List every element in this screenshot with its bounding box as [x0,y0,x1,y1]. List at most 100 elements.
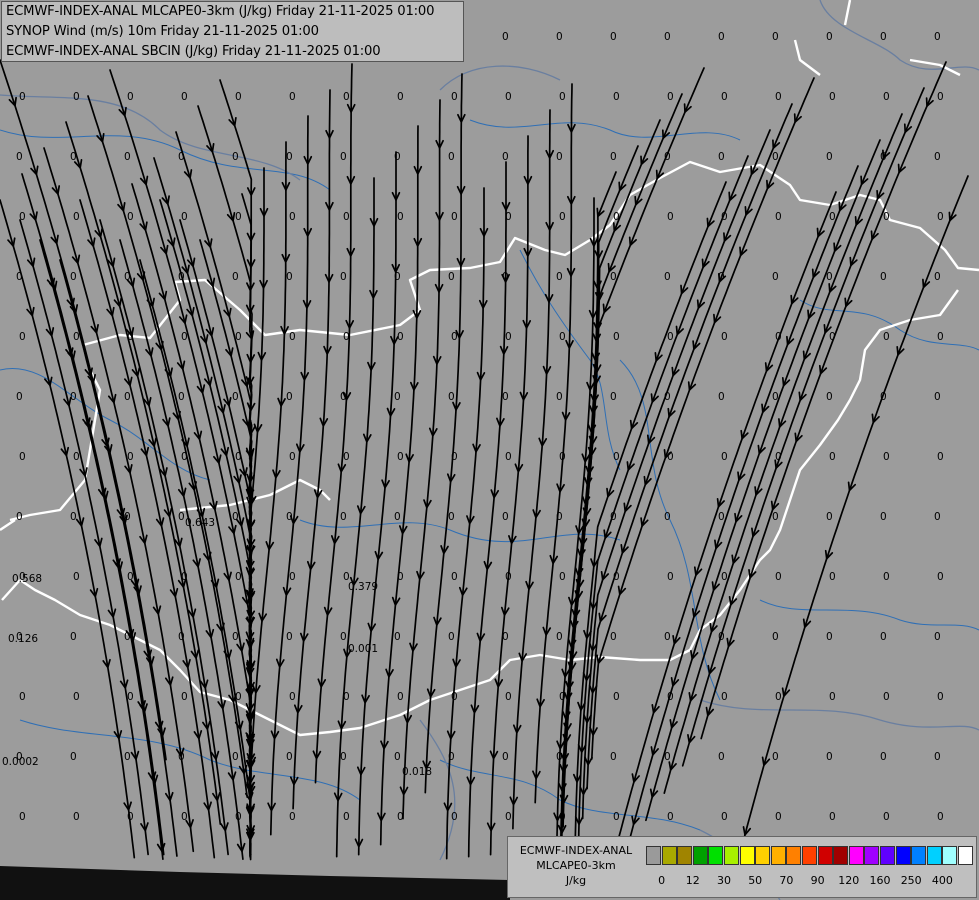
legend-swatch [911,846,927,865]
zero-label: 0 [181,451,188,463]
zero-label: 0 [883,331,890,343]
zero-label: 0 [289,571,296,583]
zero-label: 0 [934,391,941,403]
value-label: 0.126 [8,633,38,645]
legend-swatch [833,846,849,865]
legend-title-param: MLCAPE0-3km [536,859,616,872]
value-label: 0.568 [12,573,42,585]
zero-label: 0 [73,211,80,223]
zero-label: 0 [124,391,131,403]
zero-label: 0 [772,271,779,283]
legend-swatch [708,846,724,865]
zero-label: 0 [559,211,566,223]
map-title-box: ECMWF-INDEX-ANAL MLCAPE0-3km (J/kg) Frid… [1,1,464,62]
zero-label: 0 [559,331,566,343]
zero-label: 0 [73,691,80,703]
zero-label: 0 [613,331,620,343]
zero-label: 0 [289,811,296,823]
zero-label: 0 [70,271,77,283]
zero-label: 0 [127,211,134,223]
zero-label: 0 [397,451,404,463]
zero-label: 0 [934,151,941,163]
zero-label: 0 [127,91,134,103]
zero-label: 0 [397,211,404,223]
zero-label: 0 [124,271,131,283]
zero-label: 0 [718,631,725,643]
zero-label: 0 [613,571,620,583]
zero-label: 0 [397,331,404,343]
zero-label: 0 [826,391,833,403]
zero-label: 0 [880,151,887,163]
legend-swatch [786,846,802,865]
legend-swatch [677,846,693,865]
legend-unit: J/kg [565,874,587,887]
zero-label: 0 [826,271,833,283]
zero-label: 0 [397,811,404,823]
zero-label: 0 [235,331,242,343]
zero-label: 0 [883,691,890,703]
zero-label: 0 [397,91,404,103]
zero-label: 0 [502,391,509,403]
zero-label: 0 [340,391,347,403]
legend-tick: 12 [685,874,700,887]
zero-label: 0 [556,31,563,43]
zero-label: 0 [394,511,401,523]
zero-label: 0 [610,751,617,763]
zero-label: 0 [397,571,404,583]
zero-label: 0 [502,511,509,523]
title-line-cape: ECMWF-INDEX-ANAL MLCAPE0-3km (J/kg) Frid… [6,4,435,19]
zero-label: 0 [883,811,890,823]
zero-label: 0 [826,511,833,523]
zero-label: 0 [664,511,671,523]
zero-label: 0 [721,91,728,103]
zero-label: 0 [394,271,401,283]
zero-label: 0 [343,331,350,343]
zero-label: 0 [73,811,80,823]
zero-label: 0 [610,631,617,643]
zero-label: 0 [559,91,566,103]
zero-label: 0 [664,151,671,163]
legend-swatch [817,846,833,865]
title-line-wind: SYNOP Wind (m/s) 10m Friday 21-11-2025 0… [6,24,319,39]
zero-label: 0 [880,391,887,403]
zero-label: 0 [721,331,728,343]
zero-label: 0 [451,91,458,103]
zero-label: 0 [721,811,728,823]
zero-label: 0 [613,451,620,463]
zero-label: 0 [340,511,347,523]
zero-label: 0 [883,451,890,463]
value-label: 0.018 [402,766,432,778]
zero-label: 0 [451,451,458,463]
zero-label: 0 [556,151,563,163]
zero-label: 0 [394,391,401,403]
zero-label: 0 [883,211,890,223]
zero-label: 0 [826,31,833,43]
zero-label: 0 [340,151,347,163]
zero-label: 0 [664,31,671,43]
legend-swatch [661,846,677,865]
zero-label: 0 [610,31,617,43]
zero-label: 0 [286,751,293,763]
zero-label: 0 [19,691,26,703]
zero-label: 0 [772,751,779,763]
zero-label: 0 [505,691,512,703]
zero-label: 0 [775,811,782,823]
zero-label: 0 [721,211,728,223]
zero-label: 0 [181,691,188,703]
zero-label: 0 [343,211,350,223]
zero-label: 0 [883,571,890,583]
zero-label: 0 [448,511,455,523]
zero-label: 0 [721,571,728,583]
zero-label: 0 [289,91,296,103]
zero-label: 0 [70,631,77,643]
zero-label: 0 [340,271,347,283]
legend-tick: 120 [838,874,860,887]
legend-swatch [770,846,786,865]
zero-label: 0 [289,331,296,343]
zero-label: 0 [448,751,455,763]
zero-label: 0 [934,271,941,283]
zero-label: 0 [340,631,347,643]
zero-label: 0 [127,691,134,703]
legend-swatch [755,846,771,865]
zero-label: 0 [448,631,455,643]
